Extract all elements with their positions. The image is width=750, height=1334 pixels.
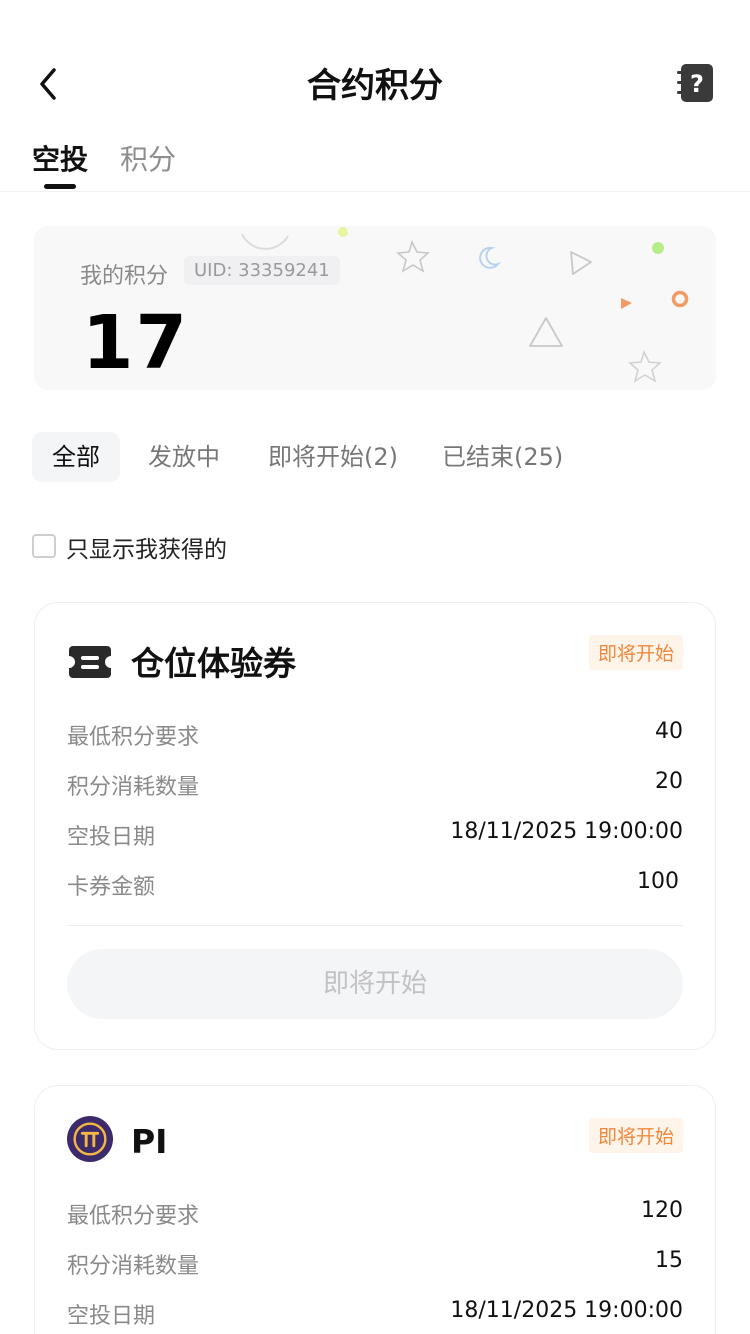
filter-bar: 全部 发放中 即将开始(2) 已结束(25) [32,432,732,482]
row-value: 18/11/2025 19:00:00 [450,819,683,844]
card-row: 积分消耗数量 15 [67,1248,683,1284]
row-label: 最低积分要求 [67,725,200,750]
card-row: 卡券金额 100 [67,869,683,905]
card-title: 仓位体验券 [131,644,296,683]
airdrop-card: PI 即将开始 最低积分要求 120 积分消耗数量 15 空投日期 18/11/… [34,1085,716,1334]
row-value: 18/11/2025 19:00:00 [450,1298,683,1323]
airdrop-card: 仓位体验券 即将开始 最低积分要求 40 积分消耗数量 20 空投日期 18/1… [34,602,716,1050]
filter-all[interactable]: 全部 [32,432,120,482]
row-value: 40 [655,719,683,744]
help-button[interactable]: ? [676,62,716,104]
card-row: 最低积分要求 40 [67,719,683,755]
row-label: 卡券金额 [67,875,156,900]
card-row: 空投日期 18/11/2025 19:00:00 [67,819,683,855]
row-label: 最低积分要求 [67,1204,200,1229]
pi-coin-icon [67,1116,113,1162]
my-points-card: 我的积分 UID: 33359241 17 [34,226,716,390]
row-label: 积分消耗数量 [67,1254,200,1279]
row-label: 空投日期 [67,825,156,850]
help-book-icon: ? [677,64,713,102]
card-row: 积分消耗数量 20 [67,769,683,805]
row-value: 15 [655,1248,683,1273]
row-value: 100 [637,869,679,894]
tab-active-indicator [44,184,76,189]
only-mine-label: 只显示我获得的 [66,537,227,563]
row-value: 120 [641,1198,683,1223]
ticket-icon [69,646,111,678]
card-title: PI [131,1122,168,1161]
status-badge: 即将开始 [588,1118,683,1153]
status-badge: 即将开始 [588,635,683,670]
filter-distributing[interactable]: 发放中 [148,432,220,482]
uid-badge: UID: 33359241 [184,256,340,285]
divider [67,925,683,926]
filter-upcoming[interactable]: 即将开始(2) [268,432,398,482]
contract-points-page: 合约积分 ? 空投 积分 我的积分 UID: 33359241 17 全部 发放… [0,0,750,1334]
only-mine-checkbox[interactable] [32,534,56,558]
points-label: 我的积分 [80,264,169,289]
row-label: 积分消耗数量 [67,775,200,800]
svg-text:?: ? [690,70,704,98]
nav-bar: 合约积分 ? [0,0,750,130]
points-value: 17 [82,300,189,386]
row-label: 空投日期 [67,1304,156,1329]
card-row: 最低积分要求 120 [67,1198,683,1234]
row-value: 20 [655,769,683,794]
card-row: 空投日期 18/11/2025 19:00:00 [67,1298,683,1334]
upcoming-button[interactable]: 即将开始 [67,949,683,1019]
tab-points[interactable]: 积分 [120,138,176,178]
filter-ended[interactable]: 已结束(25) [442,432,563,482]
page-title: 合约积分 [307,66,443,106]
tab-bar: 空投 积分 [0,138,750,192]
tab-airdrop[interactable]: 空投 [32,138,88,178]
